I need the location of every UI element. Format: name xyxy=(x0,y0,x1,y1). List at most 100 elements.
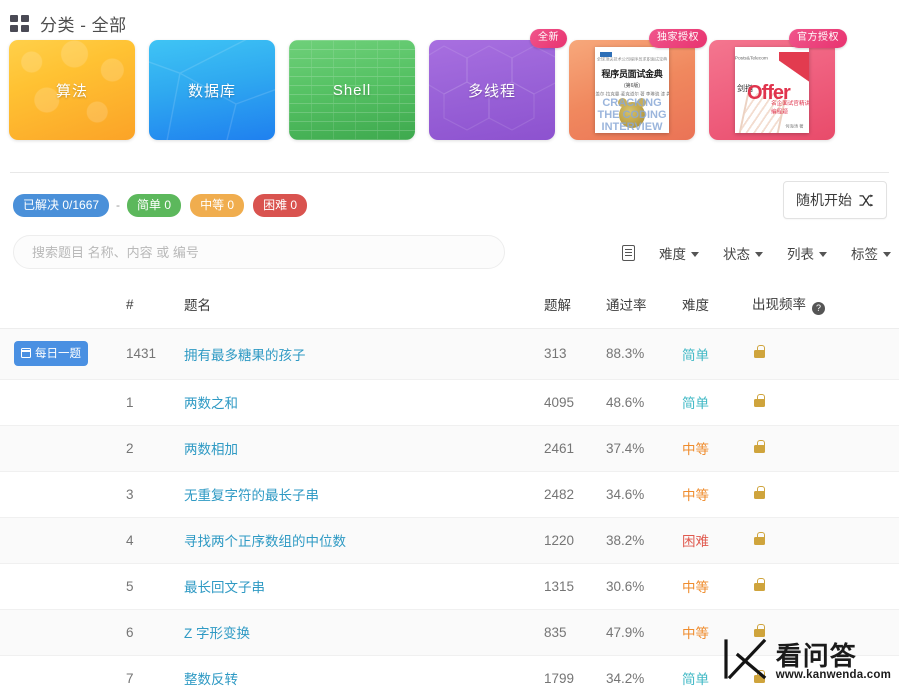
column-title[interactable]: 题名 xyxy=(184,281,544,329)
category-card-multithread[interactable]: 多线程 全新 xyxy=(429,29,567,140)
cell-acceptance: 48.6% xyxy=(606,379,682,426)
status-badge-medium[interactable]: 中等 0 xyxy=(190,193,245,217)
book-author: 何海涛 著 xyxy=(785,123,804,129)
daily-problem-label: 每日一题 xyxy=(35,348,81,360)
table-header-row: # 题名 题解 通过率 难度 出现频率? xyxy=(0,281,899,329)
cell-frequency xyxy=(752,655,899,689)
random-start-button[interactable]: 随机开始 xyxy=(783,181,887,219)
problem-link[interactable]: 两数之和 xyxy=(184,396,238,411)
cell-solutions: 4095 xyxy=(544,379,606,426)
lock-icon[interactable] xyxy=(754,669,765,683)
filter-list[interactable]: 列表 xyxy=(787,243,827,263)
cell-title: 无重复字符的最长子串 xyxy=(184,471,544,518)
cell-difficulty: 简单 xyxy=(682,379,752,426)
cell-number: 5 xyxy=(126,563,184,610)
column-number[interactable]: # xyxy=(126,281,184,329)
daily-problem-badge[interactable]: 每日一题 xyxy=(14,341,88,366)
cell-acceptance: 30.6% xyxy=(606,563,682,610)
cell-number: 1431 xyxy=(126,328,184,380)
filter-status-label: 状态 xyxy=(723,247,750,262)
category-card-shell[interactable]: Shell xyxy=(289,40,415,140)
card-label: 数据库 xyxy=(187,82,236,100)
table-row[interactable]: 3 无重复字符的最长子串 2482 34.6% 中等 xyxy=(0,471,899,518)
problem-link[interactable]: Z 字形变换 xyxy=(184,626,250,641)
problem-link[interactable]: 无重复字符的最长子串 xyxy=(184,488,319,503)
cell-solutions: 1799 xyxy=(544,655,606,689)
filter-difficulty[interactable]: 难度 xyxy=(659,243,699,263)
cell-acceptance: 34.6% xyxy=(606,471,682,518)
category-card-book-offer[interactable]: Posts&Telecom 剑指 Offer 名企面试官精讲典型编程题 何海涛 … xyxy=(709,29,847,140)
search-input[interactable] xyxy=(30,243,488,261)
table-row[interactable]: 2 两数相加 2461 37.4% 中等 xyxy=(0,425,899,472)
filter-group: 难度 状态 列表 标签 xyxy=(622,243,891,263)
cell-difficulty: 困难 xyxy=(682,517,752,564)
column-solutions[interactable]: 题解 xyxy=(544,281,606,329)
column-frequency-label: 出现频率 xyxy=(752,297,806,312)
table-row[interactable]: 6Z 字形变换 835 47.9% 中等 xyxy=(0,609,899,656)
problem-link[interactable]: 寻找两个正序数组的中位数 xyxy=(184,534,346,549)
cell-tag xyxy=(0,471,126,518)
cell-tag xyxy=(0,655,126,689)
lock-icon[interactable] xyxy=(754,393,765,407)
cell-difficulty: 中等 xyxy=(682,609,752,656)
chevron-down-icon xyxy=(691,251,699,257)
cell-title: 整数反转 xyxy=(184,655,544,689)
cell-tag xyxy=(0,425,126,472)
table-row[interactable]: 1 两数之和 4095 48.6% 简单 xyxy=(0,379,899,426)
lock-icon[interactable] xyxy=(754,485,765,499)
column-difficulty[interactable]: 难度 xyxy=(682,281,752,329)
cell-acceptance: 34.2% xyxy=(606,655,682,689)
table-row[interactable]: 7 整数反转 1799 34.2% 简单 xyxy=(0,655,899,689)
filter-tags-label: 标签 xyxy=(851,247,878,262)
status-badge-hard[interactable]: 困难 0 xyxy=(253,193,308,217)
card-label: 算法 xyxy=(55,82,88,100)
filter-status[interactable]: 状态 xyxy=(723,243,763,263)
cell-difficulty: 中等 xyxy=(682,471,752,518)
book-title: 程序员面试金典 xyxy=(601,69,663,79)
column-acceptance[interactable]: 通过率 xyxy=(606,281,682,329)
category-card-book-interview-guide[interactable]: 全球顶尖技术公司程序员求职面试宝典 程序员面试金典 (第6版) [美] 盖尔·拉… xyxy=(569,29,707,140)
column-frequency[interactable]: 出现频率? xyxy=(752,281,899,329)
category-card-algorithm[interactable]: 算法 xyxy=(9,40,135,140)
calendar-icon xyxy=(20,348,32,358)
cell-title: 两数相加 xyxy=(184,425,544,472)
table-row[interactable]: 4 寻找两个正序数组的中位数 1220 38.2% 困难 xyxy=(0,517,899,564)
problem-link[interactable]: 最长回文子串 xyxy=(184,580,265,595)
category-card-row: 算法 数据库 Shell 多线程 全新 全球顶尖技术公司程序员求职面试宝典 程序… xyxy=(0,29,899,156)
cell-solutions: 1220 xyxy=(544,517,606,564)
table-row[interactable]: 每日一题 1431 拥有最多糖果的孩子 313 88.3% 简单 xyxy=(0,328,899,380)
status-badge-easy[interactable]: 简单 0 xyxy=(127,193,182,217)
table-row[interactable]: 5 最长回文子串 1315 30.6% 中等 xyxy=(0,563,899,610)
card-label: Shell xyxy=(332,81,372,99)
problem-link[interactable]: 整数反转 xyxy=(184,672,238,687)
filter-tags[interactable]: 标签 xyxy=(851,243,891,263)
difficulty-label: 中等 xyxy=(682,488,709,503)
lock-icon[interactable] xyxy=(754,623,765,637)
cell-title: 拥有最多糖果的孩子 xyxy=(184,328,544,380)
difficulty-label: 中等 xyxy=(682,442,709,457)
card-surface: 算法 xyxy=(9,40,135,140)
lock-icon[interactable] xyxy=(754,531,765,545)
search-box[interactable] xyxy=(13,235,505,269)
difficulty-label: 简单 xyxy=(682,396,709,411)
chevron-down-icon xyxy=(819,251,827,257)
category-card-database[interactable]: 数据库 xyxy=(149,40,275,140)
cell-solutions: 2461 xyxy=(544,425,606,472)
shuffle-icon xyxy=(859,193,874,207)
cell-acceptance: 88.3% xyxy=(606,328,682,380)
help-icon[interactable]: ? xyxy=(812,302,825,315)
filter-document-button[interactable] xyxy=(622,245,635,261)
cell-title: 最长回文子串 xyxy=(184,563,544,610)
cell-solutions: 1315 xyxy=(544,563,606,610)
cell-solutions: 313 xyxy=(544,328,606,380)
problem-link[interactable]: 两数相加 xyxy=(184,442,238,457)
book-tagline: 全球顶尖技术公司程序员求职面试宝典 xyxy=(596,57,668,63)
cell-frequency xyxy=(752,609,899,656)
grid-icon xyxy=(10,15,29,32)
lock-icon[interactable] xyxy=(754,345,765,358)
problem-link[interactable]: 拥有最多糖果的孩子 xyxy=(184,348,306,363)
status-badge-solved[interactable]: 已解决 0/1667 xyxy=(13,193,110,217)
lock-icon[interactable] xyxy=(754,577,765,591)
cell-number: 1 xyxy=(126,379,184,426)
lock-icon[interactable] xyxy=(754,439,765,453)
